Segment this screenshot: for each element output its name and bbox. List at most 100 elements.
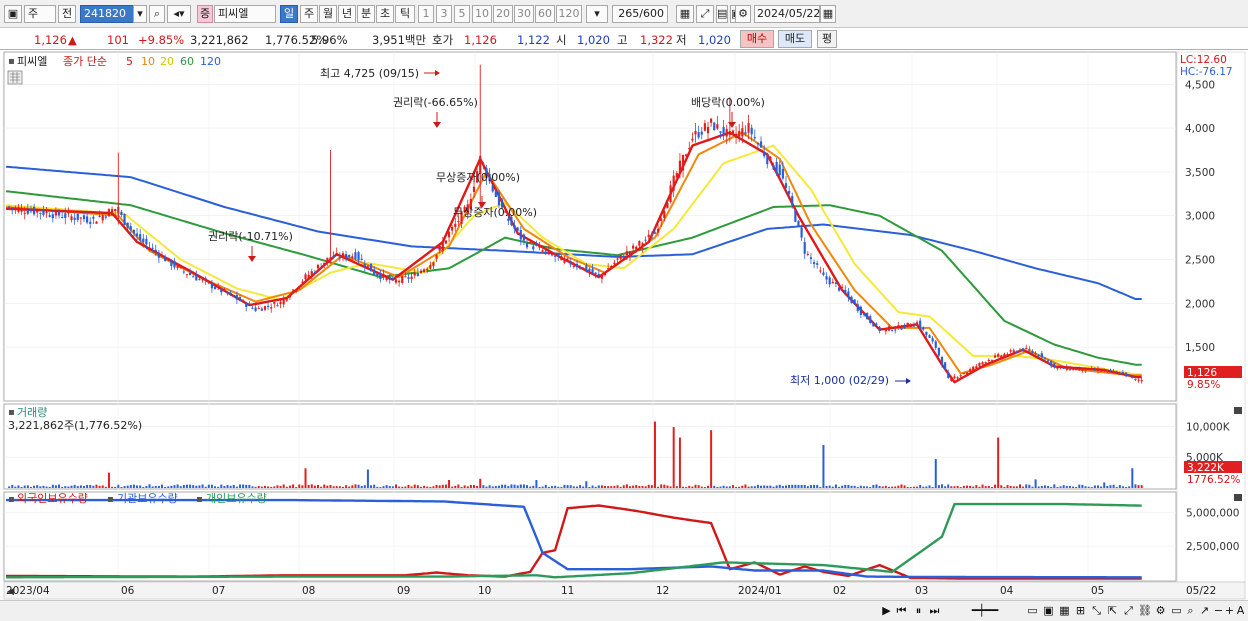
volume-bar <box>785 485 787 488</box>
volume-bar <box>36 485 39 488</box>
date-input[interactable]: 2024/05/22 <box>754 5 820 23</box>
volume-bar <box>775 485 778 488</box>
volume-bar <box>629 486 631 488</box>
volume-bar <box>248 484 251 488</box>
window-icon[interactable]: ▣ <box>4 5 22 23</box>
candle-body <box>616 258 619 260</box>
volume-bar <box>569 485 572 488</box>
candle-body <box>940 357 944 366</box>
pan-icon[interactable]: ↗ <box>1198 604 1211 618</box>
draw-line-icon[interactable]: ⤢ <box>1122 604 1135 618</box>
volume-bar <box>129 485 132 488</box>
period-minute-button[interactable]: 분 <box>357 5 375 23</box>
compare-icon[interactable]: ▤ <box>716 5 728 23</box>
period-second-button[interactable]: 초 <box>376 5 394 23</box>
last-page-icon[interactable]: ⏭ <box>928 604 941 618</box>
candle-body <box>313 272 316 274</box>
measure-icon[interactable]: ⇱ <box>1106 604 1119 618</box>
volume-bar <box>1106 486 1109 488</box>
chart-type-icon[interactable]: ▦ <box>676 5 694 23</box>
volume-bar <box>763 485 766 488</box>
interval-3-button[interactable]: 3 <box>436 5 452 23</box>
code-dropdown-icon[interactable]: ▾ <box>133 5 147 23</box>
volume-bar <box>260 486 263 488</box>
period-month-button[interactable]: 월 <box>319 5 337 23</box>
candle-body <box>909 326 912 328</box>
link-icon[interactable]: ⛓ <box>1138 604 1152 618</box>
price-tick-label: 2,000 <box>1185 298 1215 310</box>
crosshair-icon[interactable]: ⊞ <box>1074 604 1087 618</box>
interval-120-button[interactable]: 120 <box>556 5 582 23</box>
candle-body <box>962 373 965 375</box>
period-day-button[interactable]: 일 <box>280 5 298 23</box>
panel-close-icon[interactable] <box>1234 494 1242 501</box>
text-size-icon[interactable]: A <box>1234 604 1247 618</box>
interval-5-button[interactable]: 5 <box>454 5 470 23</box>
trend-icon[interactable]: ⤡ <box>1090 604 1103 618</box>
period-week-button[interactable]: 주 <box>300 5 318 23</box>
stock-code-input[interactable]: 241820 <box>80 5 134 23</box>
speaker-icon[interactable]: ◂▾ <box>167 5 191 23</box>
gear-icon[interactable]: ⚙ <box>735 5 751 23</box>
volume-bar <box>295 487 298 488</box>
volume-bar <box>1081 484 1084 488</box>
candle-body <box>201 279 204 281</box>
interval-20-button[interactable]: 20 <box>493 5 513 23</box>
candle-body <box>195 274 198 281</box>
volume-bar <box>366 469 369 488</box>
period-tick-button[interactable]: 틱 <box>395 5 415 23</box>
candle-body <box>422 269 426 273</box>
volume-bar <box>653 421 656 488</box>
panel-close-icon[interactable] <box>1234 407 1242 414</box>
settings-icon[interactable]: ⚙ <box>1154 604 1167 618</box>
period-year-button[interactable]: 년 <box>338 5 356 23</box>
sell-button[interactable]: 매도 <box>778 30 812 48</box>
candle-body <box>369 263 373 272</box>
screen-icon[interactable]: ▭ <box>1170 604 1183 618</box>
pause-icon[interactable]: ⏸ <box>912 604 925 618</box>
interval-dropdown[interactable]: ▾ <box>586 5 608 23</box>
volume-bar <box>719 486 722 488</box>
volume-bar <box>251 486 254 488</box>
candle-body <box>809 257 813 259</box>
eval-button[interactable]: 평 <box>817 30 837 48</box>
interval-1-button[interactable]: 1 <box>418 5 434 23</box>
volume-bar <box>310 484 313 488</box>
candle-body <box>881 328 884 330</box>
window-split-icon[interactable]: ▭ <box>1026 604 1039 618</box>
zoom-slider[interactable]: ━┿━━ <box>950 604 1020 618</box>
search-icon[interactable]: ⌕ <box>149 5 165 23</box>
time-scrollbar[interactable]: ◀ <box>7 587 14 597</box>
volume-bar <box>619 486 622 488</box>
volume-bar <box>819 487 822 488</box>
draw-icon[interactable]: ⤢ <box>696 5 714 23</box>
table-icon[interactable] <box>7 70 23 85</box>
calendar-icon[interactable]: ▦ <box>820 5 836 23</box>
scroll-left-icon[interactable]: ◀ <box>7 587 14 597</box>
volume-bar <box>791 484 794 488</box>
candle-body <box>410 276 413 280</box>
interval-60-button[interactable]: 60 <box>535 5 555 23</box>
grid-icon[interactable]: ▦ <box>1058 604 1071 618</box>
scroll-right-icon[interactable]: ▶ <box>880 604 893 618</box>
volume-bar <box>588 486 591 488</box>
count-input[interactable]: 265/600 <box>612 5 668 23</box>
candle-body <box>76 213 79 220</box>
stock-name-field[interactable]: 피씨엘 <box>214 5 276 23</box>
stock-chart[interactable]: 1,500 2,000 2,500 3,000 3,500 4,000 4,500 5,00… <box>0 50 1248 600</box>
price-panel-title: 피씨엘 <box>17 55 47 68</box>
layout-icon[interactable]: ▣ <box>1042 604 1055 618</box>
prev-label[interactable]: 전 <box>58 5 76 23</box>
interval-10-button[interactable]: 10 <box>472 5 492 23</box>
candle-body <box>160 255 164 257</box>
volume-bar <box>900 484 903 488</box>
holdings-tick-label: 5,000,000 <box>1186 507 1239 519</box>
zoom-search-icon[interactable]: ⌕ <box>1184 604 1197 618</box>
candle-body <box>812 262 816 265</box>
candle-body <box>360 258 363 260</box>
first-page-icon[interactable]: ⏮ <box>895 604 908 618</box>
market-select[interactable]: 주 <box>24 5 56 23</box>
price-tick-label: 3,500 <box>1185 167 1215 179</box>
interval-30-button[interactable]: 30 <box>514 5 534 23</box>
buy-button[interactable]: 매수 <box>740 30 774 48</box>
